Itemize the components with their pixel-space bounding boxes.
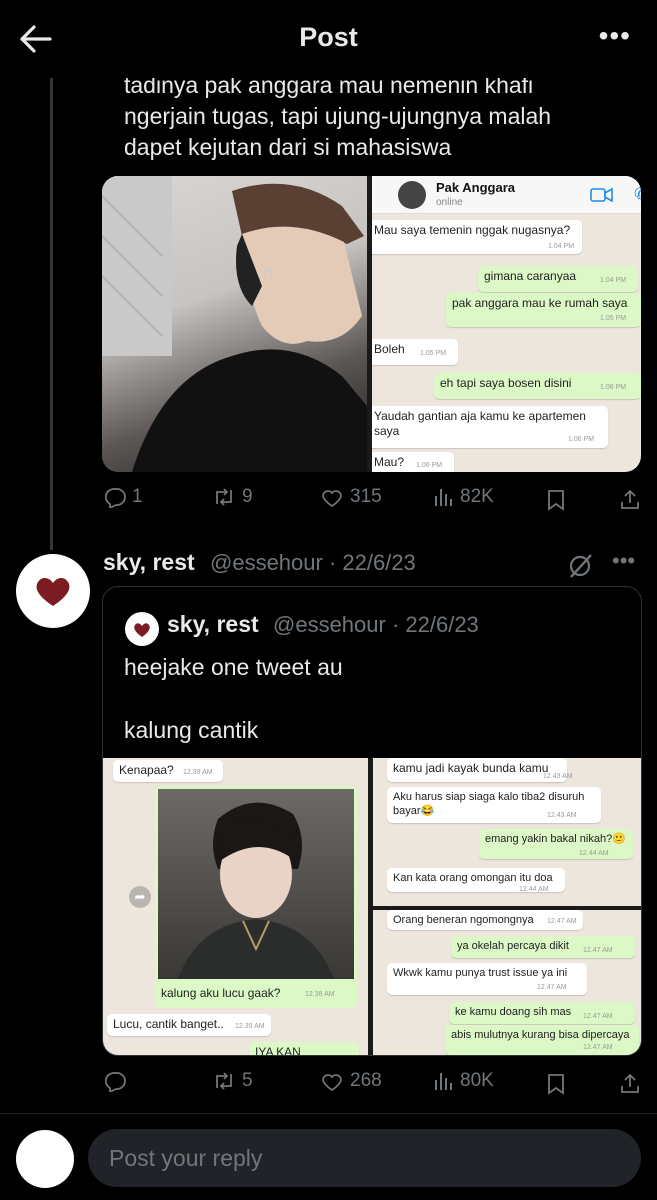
avatar[interactable] — [16, 554, 90, 628]
msg-time: 12.44 AM — [579, 850, 609, 857]
msg-time: 1.06 PM — [416, 462, 443, 469]
like-count: 268 — [350, 1070, 382, 1091]
views-icon — [435, 1073, 452, 1090]
quote-avatar — [125, 612, 159, 646]
chat-screenshot[interactable]: Kenapaa? 12.39 AM kalung aku lucu gaak? … — [103, 758, 368, 1055]
bookmark-icon[interactable] — [546, 489, 566, 511]
share-icon[interactable] — [619, 1072, 641, 1094]
call-icon: ✆ — [634, 186, 641, 203]
msg-time: 12.43 AM — [547, 812, 577, 819]
msg-time: 1.04 PM — [600, 277, 627, 284]
msg-time: 12.47 AM — [547, 918, 577, 925]
video-call-icon — [590, 187, 613, 203]
msg-time: 1.05 PM — [600, 315, 627, 322]
msg-out-photo: kalung aku lucu gaak? 12.38 AM — [155, 786, 357, 1008]
chat-screenshot[interactable]: Orang beneran ngomongnya 12.47 AM ya oke… — [373, 910, 641, 1055]
author-handle-date[interactable]: @essehour · 22/6/23 — [210, 550, 416, 576]
like-icon — [322, 1074, 342, 1092]
msg-time: 1.04 PM — [548, 243, 575, 250]
quote-text: heejake one tweet au — [124, 654, 343, 680]
more-icon[interactable]: ••• — [612, 548, 635, 574]
contact-avatar — [398, 181, 426, 209]
like-button[interactable]: 315 — [320, 486, 382, 508]
views-icon — [435, 489, 452, 506]
my-avatar[interactable] — [16, 1130, 74, 1188]
msg-time: 1.06 PM — [568, 436, 595, 443]
quote-media[interactable]: Kenapaa? 12.39 AM kalung aku lucu gaak? … — [103, 758, 641, 1055]
chat-screenshot[interactable]: Pak Anggara online ✆ Mau saya temenin ng… — [372, 176, 641, 472]
author-name[interactable]: sky, rest — [103, 549, 195, 576]
msg-time: 12.47 AM — [583, 947, 613, 954]
msg-time: 12.38 AM — [305, 991, 335, 998]
msg-time: 12.43 AM — [543, 773, 573, 780]
reply-button[interactable] — [104, 1070, 132, 1092]
repost-count: 9 — [242, 486, 253, 507]
reply-input[interactable]: Post your reply — [88, 1129, 641, 1187]
like-button[interactable]: 268 — [320, 1070, 382, 1092]
chat-header: Pak Anggara online ✆ — [372, 176, 641, 214]
like-count: 315 — [350, 486, 382, 507]
views-count: 82K — [460, 486, 494, 507]
tweet-text: tadinya pak anggara mau nemenin khafi ng… — [124, 72, 552, 160]
more-icon[interactable]: ••• — [599, 20, 631, 52]
heart-avatar-icon — [134, 623, 150, 637]
photo-man-cap-drawing — [102, 176, 367, 472]
repost-icon — [216, 1072, 232, 1090]
photo-man-portrait-drawing — [178, 802, 334, 979]
reply-placeholder: Post your reply — [109, 1144, 263, 1171]
msg-time: 12.47 AM — [537, 984, 567, 991]
reply-button[interactable]: 1 — [104, 486, 143, 508]
reply-icon — [104, 1072, 126, 1092]
bookmark-icon[interactable] — [546, 1073, 566, 1095]
heart-avatar-icon — [36, 577, 70, 606]
top-bar: Post ••• — [0, 0, 657, 78]
msg-time: 1.06 PM — [600, 384, 627, 391]
photo-man-portrait — [158, 789, 354, 979]
chat-screenshot[interactable]: kamu jadi kayak bunda kamu 12.43 AM Aku … — [373, 758, 641, 906]
msg-in: kamu jadi kayak bunda kamu — [387, 758, 567, 782]
msg-out: IYA KAN — [249, 1042, 359, 1055]
repost-count: 5 — [242, 1070, 253, 1091]
msg-time: 12.47 AM — [583, 1044, 613, 1051]
contact-name: Pak Anggara — [436, 180, 515, 195]
forward-icon: ➦ — [129, 886, 151, 908]
tweet-actions: 1 9 315 82K — [104, 486, 644, 516]
tweet-actions: 5 268 80K — [104, 1070, 644, 1100]
grok-icon[interactable] — [567, 553, 595, 579]
contact-status: online — [436, 197, 463, 208]
reply-icon — [104, 488, 126, 508]
quote-author-handle-date: @essehour · 22/6/23 — [273, 612, 479, 637]
repost-button[interactable]: 5 — [212, 1070, 253, 1092]
views-count: 80K — [460, 1070, 494, 1091]
msg-time: 12.39 AM — [235, 1023, 265, 1030]
msg-time: 1.05 PM — [420, 350, 447, 357]
quoted-tweet[interactable]: sky, rest @essehour · 22/6/23 heejake on… — [102, 586, 642, 1056]
share-icon[interactable] — [619, 488, 641, 510]
msg-time: 12.47 AM — [583, 1013, 613, 1020]
quote-author-name: sky, rest — [167, 611, 259, 637]
repost-button[interactable]: 9 — [212, 486, 253, 508]
reply-bar: Post your reply — [0, 1113, 657, 1200]
reply-count: 1 — [132, 486, 143, 507]
photo-man-cap[interactable] — [102, 176, 367, 472]
msg-out: emang yakin bakal nikah?🙂 — [479, 829, 633, 859]
msg-time: 12.44 AM — [519, 886, 549, 893]
views-button[interactable]: 82K — [432, 486, 494, 508]
msg-time: 12.39 AM — [183, 769, 213, 776]
page-title: Post — [299, 22, 358, 52]
like-icon — [322, 490, 342, 508]
views-button[interactable]: 80K — [432, 1070, 494, 1092]
tweet-media[interactable]: Pak Anggara online ✆ Mau saya temenin ng… — [102, 176, 641, 472]
thread-line — [50, 72, 53, 550]
repost-icon — [216, 488, 232, 506]
msg-caption: kalung aku lucu gaak? — [161, 986, 281, 1000]
quote-text: kalung cantik — [124, 717, 259, 743]
